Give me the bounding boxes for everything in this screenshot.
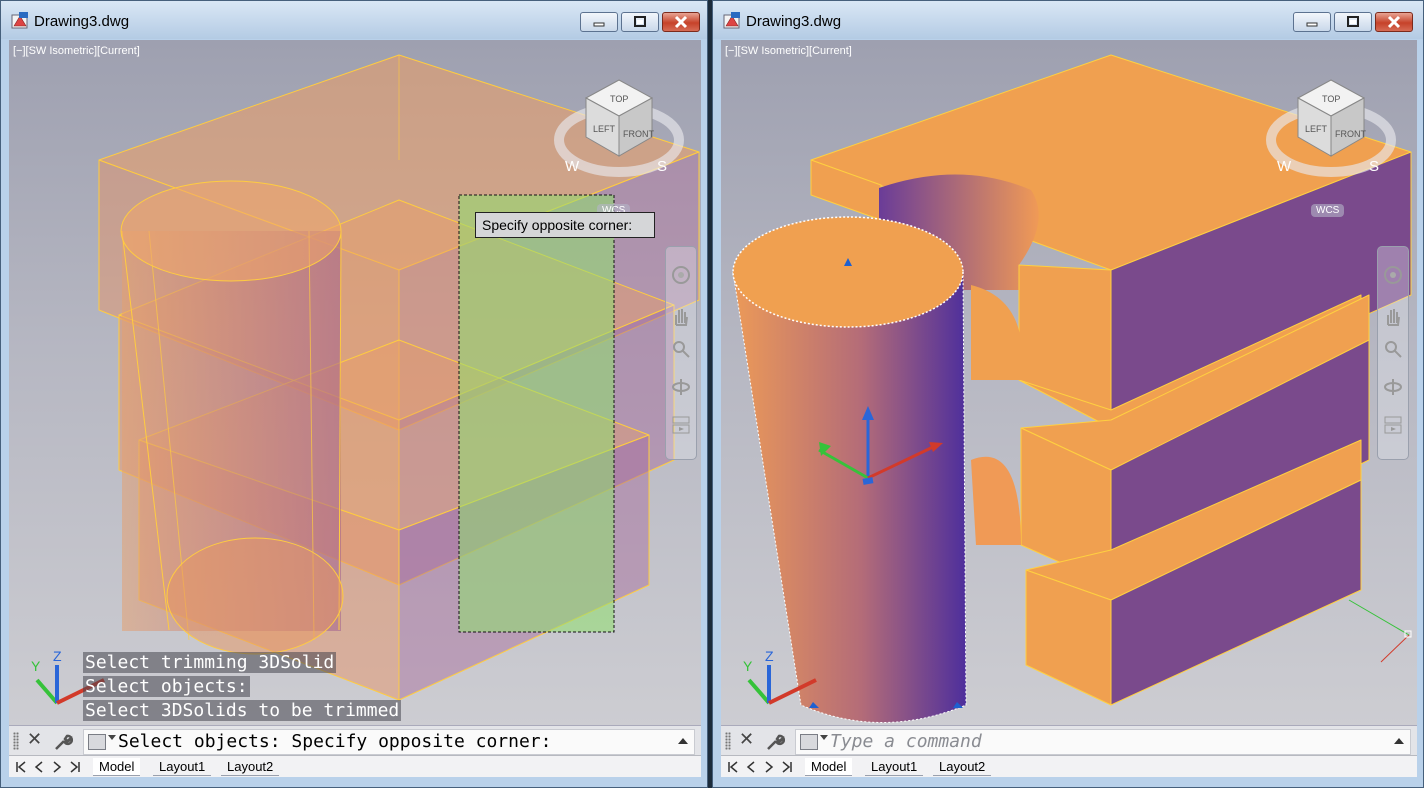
next-tab-icon[interactable]	[763, 761, 775, 773]
close-button[interactable]	[662, 12, 700, 32]
viewcube-left-label: LEFT	[593, 124, 616, 134]
close-command-icon[interactable]: ✕	[739, 729, 754, 750]
tab-model[interactable]: Model	[805, 758, 853, 776]
navigation-bar[interactable]	[1377, 246, 1409, 460]
tab-layout2[interactable]: Layout2	[933, 758, 992, 776]
minimize-icon	[593, 22, 605, 27]
autocad-app-icon	[11, 12, 28, 29]
showmotion-icon[interactable]	[1383, 415, 1403, 435]
wrench-icon[interactable]	[765, 732, 785, 752]
restore-button[interactable]	[621, 12, 659, 32]
close-button[interactable]	[1375, 12, 1413, 32]
next-tab-icon[interactable]	[51, 761, 63, 773]
pan-icon[interactable]	[671, 307, 691, 327]
command-input[interactable]: Type a command	[795, 729, 1411, 755]
last-tab-icon[interactable]	[69, 761, 81, 773]
command-prompt-icon[interactable]	[88, 734, 106, 750]
window-frame-bottom	[1, 777, 707, 787]
layout-tab-bar: Model Layout1 Layout2	[721, 755, 1417, 778]
tab-model[interactable]: Model	[93, 758, 141, 776]
compass-w-label: W	[1277, 158, 1292, 175]
wcs-menu[interactable]: WCS	[1311, 204, 1345, 217]
command-input-placeholder[interactable]: Type a command	[830, 731, 982, 752]
drawing-window-left[interactable]: Drawing3.dwg TOP LEFT FRONT W S Y Z [−][…	[0, 0, 708, 788]
restore-icon	[634, 16, 646, 27]
compass-w-label: W	[565, 158, 580, 175]
last-tab-icon[interactable]	[781, 761, 793, 773]
orbit-icon[interactable]	[1383, 377, 1403, 397]
showmotion-icon[interactable]	[671, 415, 691, 435]
3d-model-scene[interactable]: TOP LEFT FRONT W S Y Z	[721, 40, 1417, 727]
ucs-y-label: Y	[743, 658, 753, 674]
viewcube-front-label: FRONT	[623, 129, 654, 139]
window-title: Drawing3.dwg	[746, 13, 842, 30]
viewport-controls-label[interactable]: [−][SW Isometric][Current]	[13, 45, 140, 57]
zoom-icon[interactable]	[1383, 339, 1403, 359]
dynamic-input-tooltip: Specify opposite corner:	[475, 212, 655, 238]
first-tab-icon[interactable]	[727, 761, 739, 773]
window-title: Drawing3.dwg	[34, 13, 130, 30]
restore-button[interactable]	[1334, 12, 1372, 32]
viewcube-front-label: FRONT	[1335, 129, 1366, 139]
tab-layout1[interactable]: Layout1	[865, 758, 924, 776]
wrench-icon[interactable]	[53, 732, 73, 752]
title-bar[interactable]: Drawing3.dwg	[1, 1, 707, 39]
viewcube-left-label: LEFT	[1305, 124, 1328, 134]
drag-grip[interactable]	[725, 732, 731, 750]
restore-icon	[1347, 16, 1359, 27]
close-icon	[1387, 15, 1401, 29]
close-command-icon[interactable]: ✕	[27, 729, 42, 750]
viewcube-top-label: TOP	[610, 94, 628, 104]
world-axis-tripod-icon	[1348, 599, 1412, 663]
title-bar[interactable]: Drawing3.dwg	[713, 1, 1423, 39]
pan-icon[interactable]	[1383, 307, 1403, 327]
autocad-app-icon	[723, 12, 740, 29]
command-history-toggle-icon[interactable]	[678, 738, 688, 744]
command-history: Select trimming 3DSolid Select objects: …	[83, 652, 402, 724]
compass-s-label: S	[1369, 158, 1379, 175]
previous-tab-icon[interactable]	[745, 761, 757, 773]
steering-wheel-icon[interactable]	[1383, 265, 1403, 285]
close-icon	[674, 15, 688, 29]
minimize-button[interactable]	[580, 12, 618, 32]
drawing-window-right[interactable]: Drawing3.dwg TOP LEFT FRONT W S Y Z [−][…	[712, 0, 1424, 788]
viewport-controls-label[interactable]: [−][SW Isometric][Current]	[725, 45, 852, 57]
tab-layout1[interactable]: Layout1	[153, 758, 212, 776]
navigation-bar[interactable]	[665, 246, 697, 460]
solid-body	[732, 54, 1412, 723]
tab-layout2[interactable]: Layout2	[221, 758, 280, 776]
minimize-button[interactable]	[1293, 12, 1331, 32]
previous-tab-icon[interactable]	[33, 761, 45, 773]
zoom-icon[interactable]	[671, 339, 691, 359]
ucs-z-label: Z	[53, 648, 62, 664]
viewcube-top-label: TOP	[1322, 94, 1340, 104]
drawing-viewport[interactable]: TOP LEFT FRONT W S Y Z [−][SW Isometric]…	[9, 40, 701, 727]
layout-tab-bar: Model Layout1 Layout2	[9, 755, 701, 778]
crossing-selection-window	[458, 194, 615, 633]
ucs-y-label: Y	[31, 658, 41, 674]
command-line-bar[interactable]: ✕ Select objects: Specify opposite corne…	[9, 725, 701, 756]
minimize-icon	[1306, 22, 1318, 27]
command-history-toggle-icon[interactable]	[1394, 738, 1404, 744]
drawing-viewport[interactable]: TOP LEFT FRONT W S Y Z [−][SW Isometric]	[721, 40, 1417, 727]
command-history-line: Select objects:	[83, 676, 250, 697]
orbit-icon[interactable]	[671, 377, 691, 397]
steering-wheel-icon[interactable]	[671, 265, 691, 285]
first-tab-icon[interactable]	[15, 761, 27, 773]
command-history-line: Select 3DSolids to be trimmed	[83, 700, 402, 721]
window-frame-bottom	[713, 777, 1423, 787]
command-history-line: Select trimming 3DSolid	[83, 652, 337, 673]
command-input-text[interactable]: Select objects: Specify opposite corner:	[118, 731, 551, 752]
chevron-down-icon[interactable]	[108, 735, 116, 740]
ucs-z-label: Z	[765, 648, 774, 664]
command-line-bar[interactable]: ✕ Type a command	[721, 725, 1417, 756]
command-prompt-icon[interactable]	[800, 734, 818, 750]
compass-s-label: S	[657, 158, 667, 175]
3d-model-scene[interactable]: TOP LEFT FRONT W S Y Z	[9, 40, 701, 727]
drag-grip[interactable]	[13, 732, 19, 750]
chevron-down-icon[interactable]	[820, 735, 828, 740]
command-input[interactable]: Select objects: Specify opposite corner:	[83, 729, 695, 755]
